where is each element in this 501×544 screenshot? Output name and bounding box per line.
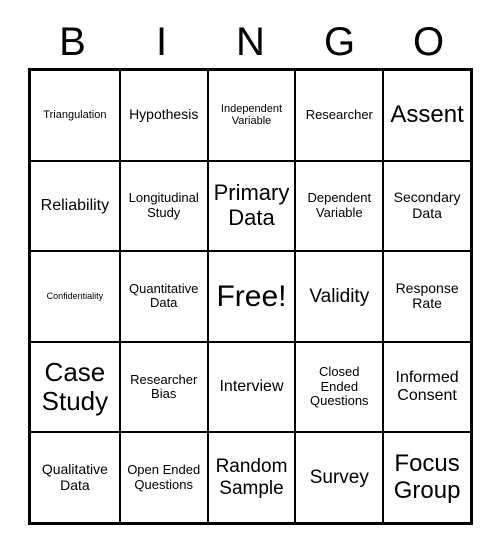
- bingo-cell[interactable]: Case Study: [31, 343, 119, 432]
- bingo-row: Confidentiality Quantitative Data Free! …: [31, 250, 470, 341]
- bingo-cell[interactable]: Quantitative Data: [118, 252, 207, 341]
- header-letter-g: G: [323, 20, 356, 64]
- bingo-cell[interactable]: Hypothesis: [118, 71, 207, 160]
- bingo-row: Qualitative Data Open Ended Questions Ra…: [31, 431, 470, 522]
- bingo-cell[interactable]: Open Ended Questions: [118, 433, 207, 522]
- bingo-row: Triangulation Hypothesis Independent Var…: [31, 71, 470, 160]
- bingo-cell[interactable]: Secondary Data: [382, 161, 470, 251]
- header-letter-i: I: [155, 20, 168, 64]
- bingo-card: B I N G O Triangulation Hypothesis Indep…: [28, 16, 473, 525]
- bingo-cell[interactable]: Closed Ended Questions: [294, 342, 382, 432]
- bingo-cell[interactable]: Dependent Variable: [294, 161, 382, 251]
- bingo-cell[interactable]: Informed Consent: [382, 342, 470, 432]
- header-letter-b: B: [59, 20, 86, 64]
- bingo-cell[interactable]: Survey: [294, 433, 382, 522]
- bingo-cell-free-space[interactable]: Free!: [206, 252, 295, 341]
- bingo-cell[interactable]: Assent: [382, 71, 470, 160]
- header-letter-n: N: [236, 20, 265, 64]
- bingo-row: Reliability Longitudinal Study Primary D…: [31, 159, 470, 251]
- bingo-cell[interactable]: Independent Variable: [206, 71, 295, 160]
- bingo-cell[interactable]: Focus Group: [382, 433, 470, 522]
- bingo-cell[interactable]: Primary Data: [206, 161, 295, 251]
- bingo-grid: Triangulation Hypothesis Independent Var…: [28, 68, 473, 525]
- bingo-cell[interactable]: Qualitative Data: [31, 433, 119, 522]
- bingo-cell[interactable]: Interview: [206, 342, 295, 432]
- bingo-cell[interactable]: Longitudinal Study: [118, 161, 207, 251]
- bingo-cell[interactable]: Response Rate: [382, 252, 470, 341]
- header-letter-o: O: [412, 20, 445, 64]
- bingo-cell[interactable]: Reliability: [31, 162, 119, 251]
- bingo-row: Case Study Researcher Bias Interview Clo…: [31, 340, 470, 432]
- bingo-cell[interactable]: Researcher: [294, 71, 382, 160]
- bingo-cell[interactable]: Confidentiality: [31, 252, 119, 341]
- bingo-cell[interactable]: Validity: [294, 252, 382, 341]
- bingo-cell[interactable]: Researcher Bias: [118, 342, 207, 432]
- bingo-cell[interactable]: Random Sample: [206, 433, 295, 522]
- bingo-header: B I N G O: [28, 16, 473, 68]
- bingo-cell[interactable]: Triangulation: [31, 71, 119, 160]
